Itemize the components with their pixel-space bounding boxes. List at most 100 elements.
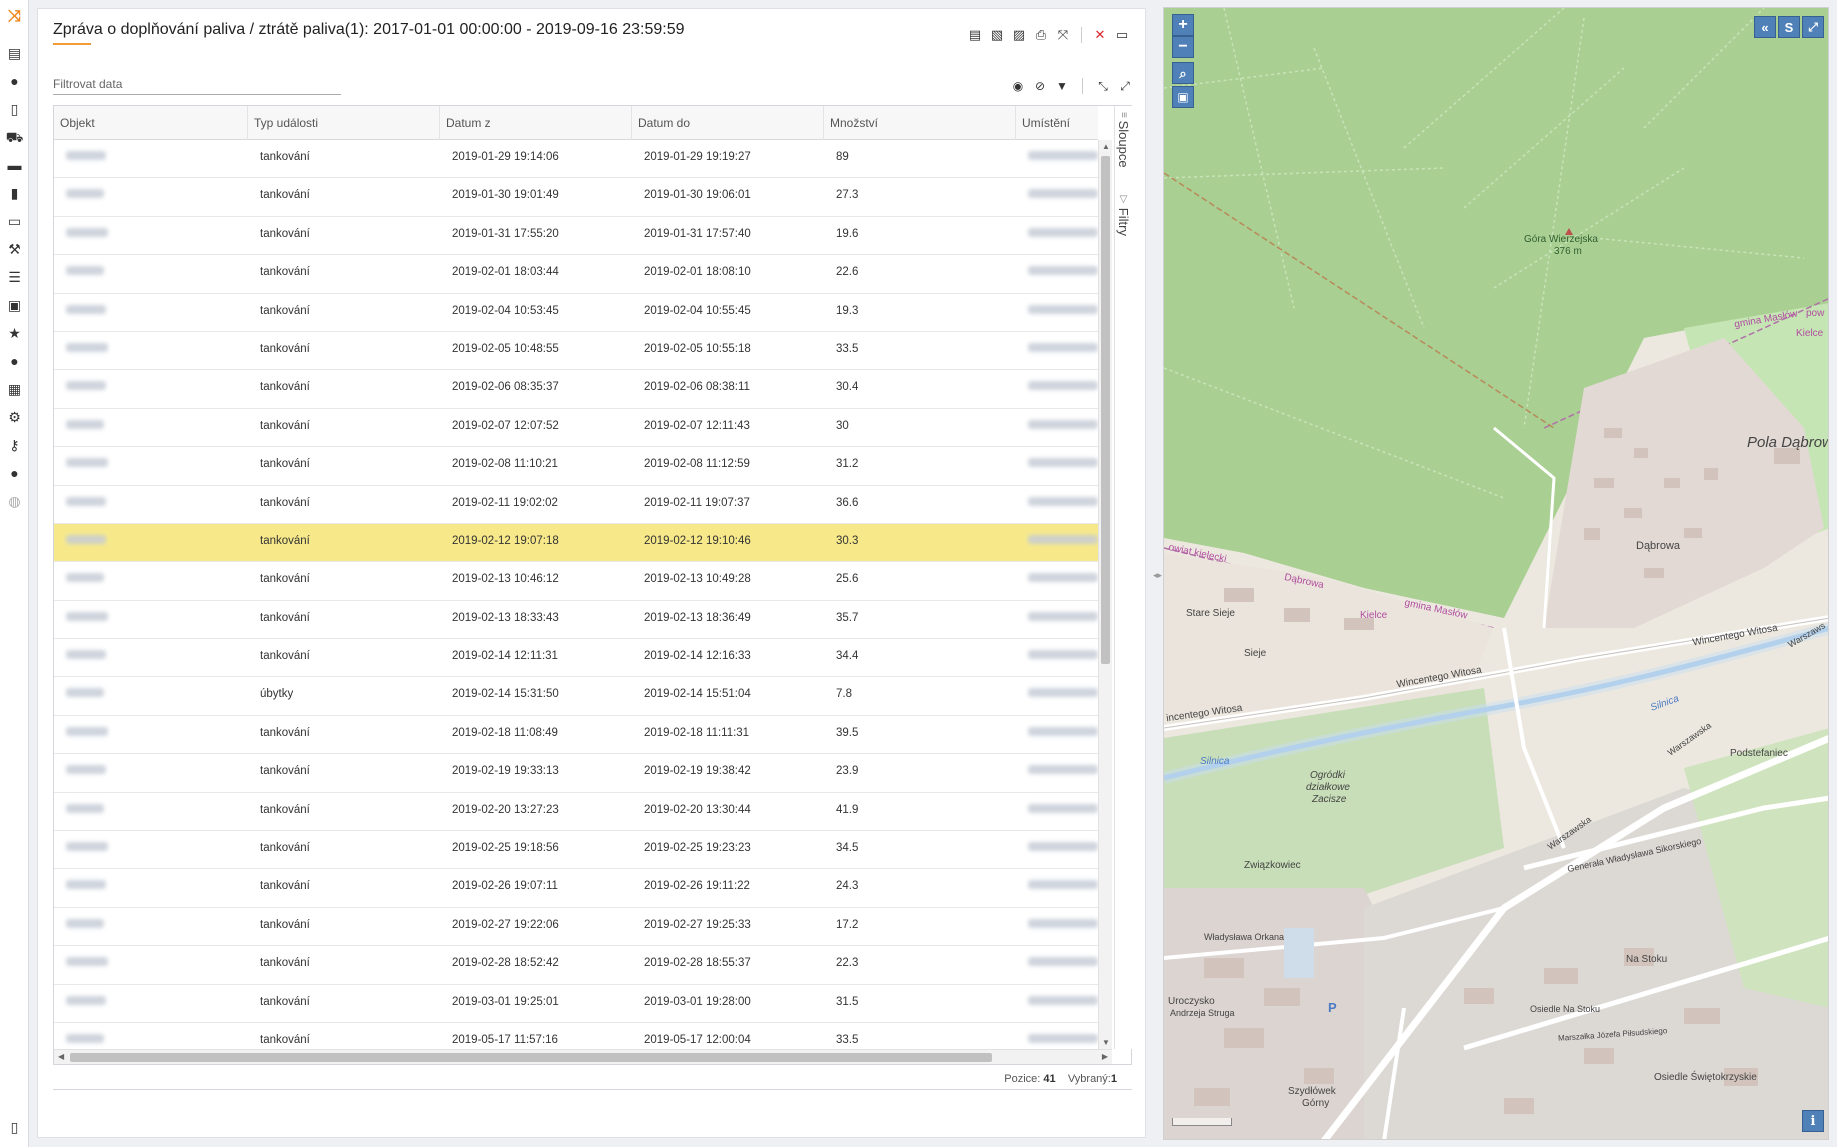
hammer-icon[interactable]: ⚒ (6, 240, 23, 257)
trash-icon[interactable]: ▮ (6, 184, 23, 201)
map-layers-icon[interactable]: ▣ (1172, 86, 1194, 108)
table-row[interactable]: tankování 2019-02-14 12:11:31 2019-02-14 1… (54, 639, 1098, 678)
user-icon[interactable]: ● (6, 464, 23, 481)
cell-location (1016, 524, 1098, 561)
cell-object (54, 908, 248, 945)
fullscreen-icon[interactable]: ⤧ (1055, 26, 1071, 44)
map-canvas[interactable] (1164, 8, 1829, 1140)
scroll-up-arrow-icon[interactable]: ▲ (1102, 142, 1110, 151)
table-row[interactable]: tankování 2019-02-05 10:48:55 2019-02-05 1… (54, 331, 1098, 371)
panel-splitter[interactable]: ◂▸ (1152, 0, 1162, 1147)
info-icon[interactable]: ● (6, 72, 23, 89)
vehicles-icon[interactable]: ⛟ (6, 128, 24, 145)
settings-icon[interactable]: ⚙ (6, 408, 23, 425)
table-row[interactable]: tankování 2019-01-29 19:14:06 2019-01-29 1… (54, 140, 1098, 179)
compress-icon[interactable]: ⤡ (1095, 77, 1111, 95)
splitter-grip-icon[interactable]: ◂▸ (1153, 570, 1162, 581)
table-row[interactable]: tankování 2019-02-01 18:03:44 2019-02-01 1… (54, 255, 1098, 294)
print-icon[interactable]: ⎙ (1033, 26, 1049, 44)
expand-icon[interactable]: ⤢ (1117, 77, 1133, 95)
table-row[interactable]: tankování 2019-02-06 08:35:37 2019-02-06 0… (54, 370, 1098, 409)
map-fullscreen-icon[interactable]: ⤢ (1802, 16, 1824, 38)
table-row[interactable]: tankování 2019-02-18 11:08:49 2019-02-18 1… (54, 715, 1098, 755)
eye-slash-icon[interactable]: ⊘ (1032, 77, 1048, 95)
column-header-date-from[interactable]: Datum z (440, 106, 632, 140)
monitoring-icon[interactable]: ▤ (6, 44, 23, 61)
maximize-icon[interactable]: ▭ (1114, 26, 1130, 44)
table-row[interactable]: tankování 2019-02-12 19:07:18 2019-02-12 1… (54, 523, 1098, 563)
vertical-scrollbar[interactable]: ▲ ▼ (1098, 140, 1112, 1049)
redacted-object (66, 342, 108, 352)
map-label-uroczysko: Uroczysko (1168, 996, 1215, 1007)
cell-event-type: tankování (260, 726, 310, 739)
briefcase-icon[interactable]: ▬ (6, 156, 23, 173)
parking-area (1284, 928, 1314, 978)
close-icon[interactable]: ✕ (1092, 26, 1108, 44)
table-row[interactable]: tankování 2019-02-25 19:18:56 2019-02-25 1… (54, 831, 1098, 870)
table-row[interactable]: tankování 2019-03-01 19:25:01 2019-03-01 1… (54, 984, 1098, 1023)
table-row[interactable]: tankování 2019-02-19 19:33:13 2019-02-19 1… (54, 754, 1098, 793)
key-icon[interactable]: ⚷ (6, 436, 23, 453)
archive-icon[interactable]: ▭ (6, 212, 23, 229)
column-header-quantity[interactable]: Množství (824, 106, 1016, 140)
table-row[interactable]: tankování 2019-02-07 12:07:52 2019-02-07 1… (54, 408, 1098, 448)
table-row[interactable]: tankování 2019-05-17 11:57:16 2019-05-17 1… (54, 1022, 1098, 1049)
map-view[interactable]: Góra Wierzejska 376 m gmina Masłów pow K… (1163, 7, 1829, 1140)
scroll-down-arrow-icon[interactable]: ▼ (1102, 1038, 1110, 1047)
report-icon[interactable]: ▯ (6, 100, 23, 117)
calendar-icon[interactable]: ▦ (6, 380, 23, 397)
scroll-right-arrow-icon[interactable]: ▶ (1102, 1052, 1108, 1061)
map-info-button[interactable]: i (1802, 1110, 1824, 1132)
column-header-location[interactable]: Umístění (1016, 106, 1098, 140)
id-card-icon[interactable]: ▣ (6, 296, 23, 313)
table-row[interactable]: tankování 2019-02-11 19:02:02 2019-02-11 1… (54, 485, 1098, 524)
cell-quantity: 24.3 (836, 880, 859, 893)
export-document-icon[interactable]: ▨ (1011, 26, 1027, 44)
column-header-event-type[interactable]: Typ události (248, 106, 440, 140)
eye-icon[interactable]: ◉ (1010, 77, 1026, 95)
cell-date-from: 2019-02-06 08:35:37 (452, 381, 559, 394)
map-s-button[interactable]: S (1778, 16, 1800, 38)
horizontal-scroll-thumb[interactable] (70, 1053, 992, 1062)
export-pdf-icon[interactable]: ▤ (967, 26, 983, 44)
table-row[interactable]: tankování 2019-02-13 18:33:43 2019-02-13 1… (54, 600, 1098, 640)
table-row[interactable]: tankování 2019-02-13 10:46:12 2019-02-13 1… (54, 562, 1098, 601)
export-excel-icon[interactable]: ▧ (989, 26, 1005, 44)
filter-field[interactable] (53, 75, 341, 95)
cell-quantity: 19.3 (836, 304, 859, 317)
scroll-left-arrow-icon[interactable]: ◀ (58, 1052, 64, 1061)
map-collapse-button[interactable]: « (1754, 16, 1776, 38)
table-row[interactable]: tankování 2019-02-20 13:27:23 2019-02-20 1… (54, 792, 1098, 832)
zoom-in-button[interactable]: + (1172, 14, 1194, 36)
table-row[interactable]: tankování 2019-02-28 18:52:42 2019-02-28 1… (54, 946, 1098, 985)
table-row[interactable]: tankování 2019-02-08 11:10:21 2019-02-08 1… (54, 447, 1098, 486)
map-label-osiedle-na-stoku: Osiedle Na Stoku (1530, 1004, 1601, 1014)
redacted-location (1028, 957, 1098, 967)
column-header-object[interactable]: Objekt (54, 106, 248, 140)
globe-icon[interactable]: ◍ (6, 492, 23, 509)
table-row[interactable]: tankování 2019-02-26 19:07:11 2019-02-26 1… (54, 869, 1098, 908)
tab-filters[interactable]: ▽ Filtry (1116, 194, 1131, 236)
cell-quantity: 31.2 (836, 458, 859, 471)
sliders-icon[interactable]: ☰ (6, 268, 23, 285)
table-row[interactable]: tankování 2019-01-30 19:01:49 2019-01-30 1… (54, 178, 1098, 217)
table-row[interactable]: tankování 2019-02-04 10:53:45 2019-02-04 1… (54, 293, 1098, 332)
columns-tab-icon: ≡ (1118, 112, 1129, 121)
column-header-date-to[interactable]: Datum do (632, 106, 824, 140)
app-logo-icon[interactable]: ⤨ (6, 8, 23, 25)
cell-location (1016, 486, 1098, 523)
horizontal-scrollbar[interactable]: ◀ ▶ (54, 1049, 1112, 1064)
map-search-icon[interactable]: ⌕ (1172, 62, 1194, 84)
table-row[interactable]: úbytky 2019-02-14 15:31:50 2019-02-14 15:5… (54, 677, 1098, 716)
star-icon[interactable]: ★ (6, 324, 23, 341)
tab-columns[interactable]: ≡ Sloupce (1116, 112, 1131, 168)
title-underline (53, 43, 91, 45)
filter-icon[interactable]: ▼ (1054, 77, 1070, 95)
table-row[interactable]: tankování 2019-02-27 19:22:06 2019-02-27 1… (54, 907, 1098, 947)
chat-icon[interactable]: ● (6, 352, 23, 369)
document-icon[interactable]: ▯ (6, 1118, 23, 1135)
vertical-scroll-thumb[interactable] (1101, 156, 1110, 664)
filter-input[interactable] (53, 77, 341, 91)
zoom-out-button[interactable]: − (1172, 36, 1194, 58)
table-row[interactable]: tankování 2019-01-31 17:55:20 2019-01-31 1… (54, 216, 1098, 256)
